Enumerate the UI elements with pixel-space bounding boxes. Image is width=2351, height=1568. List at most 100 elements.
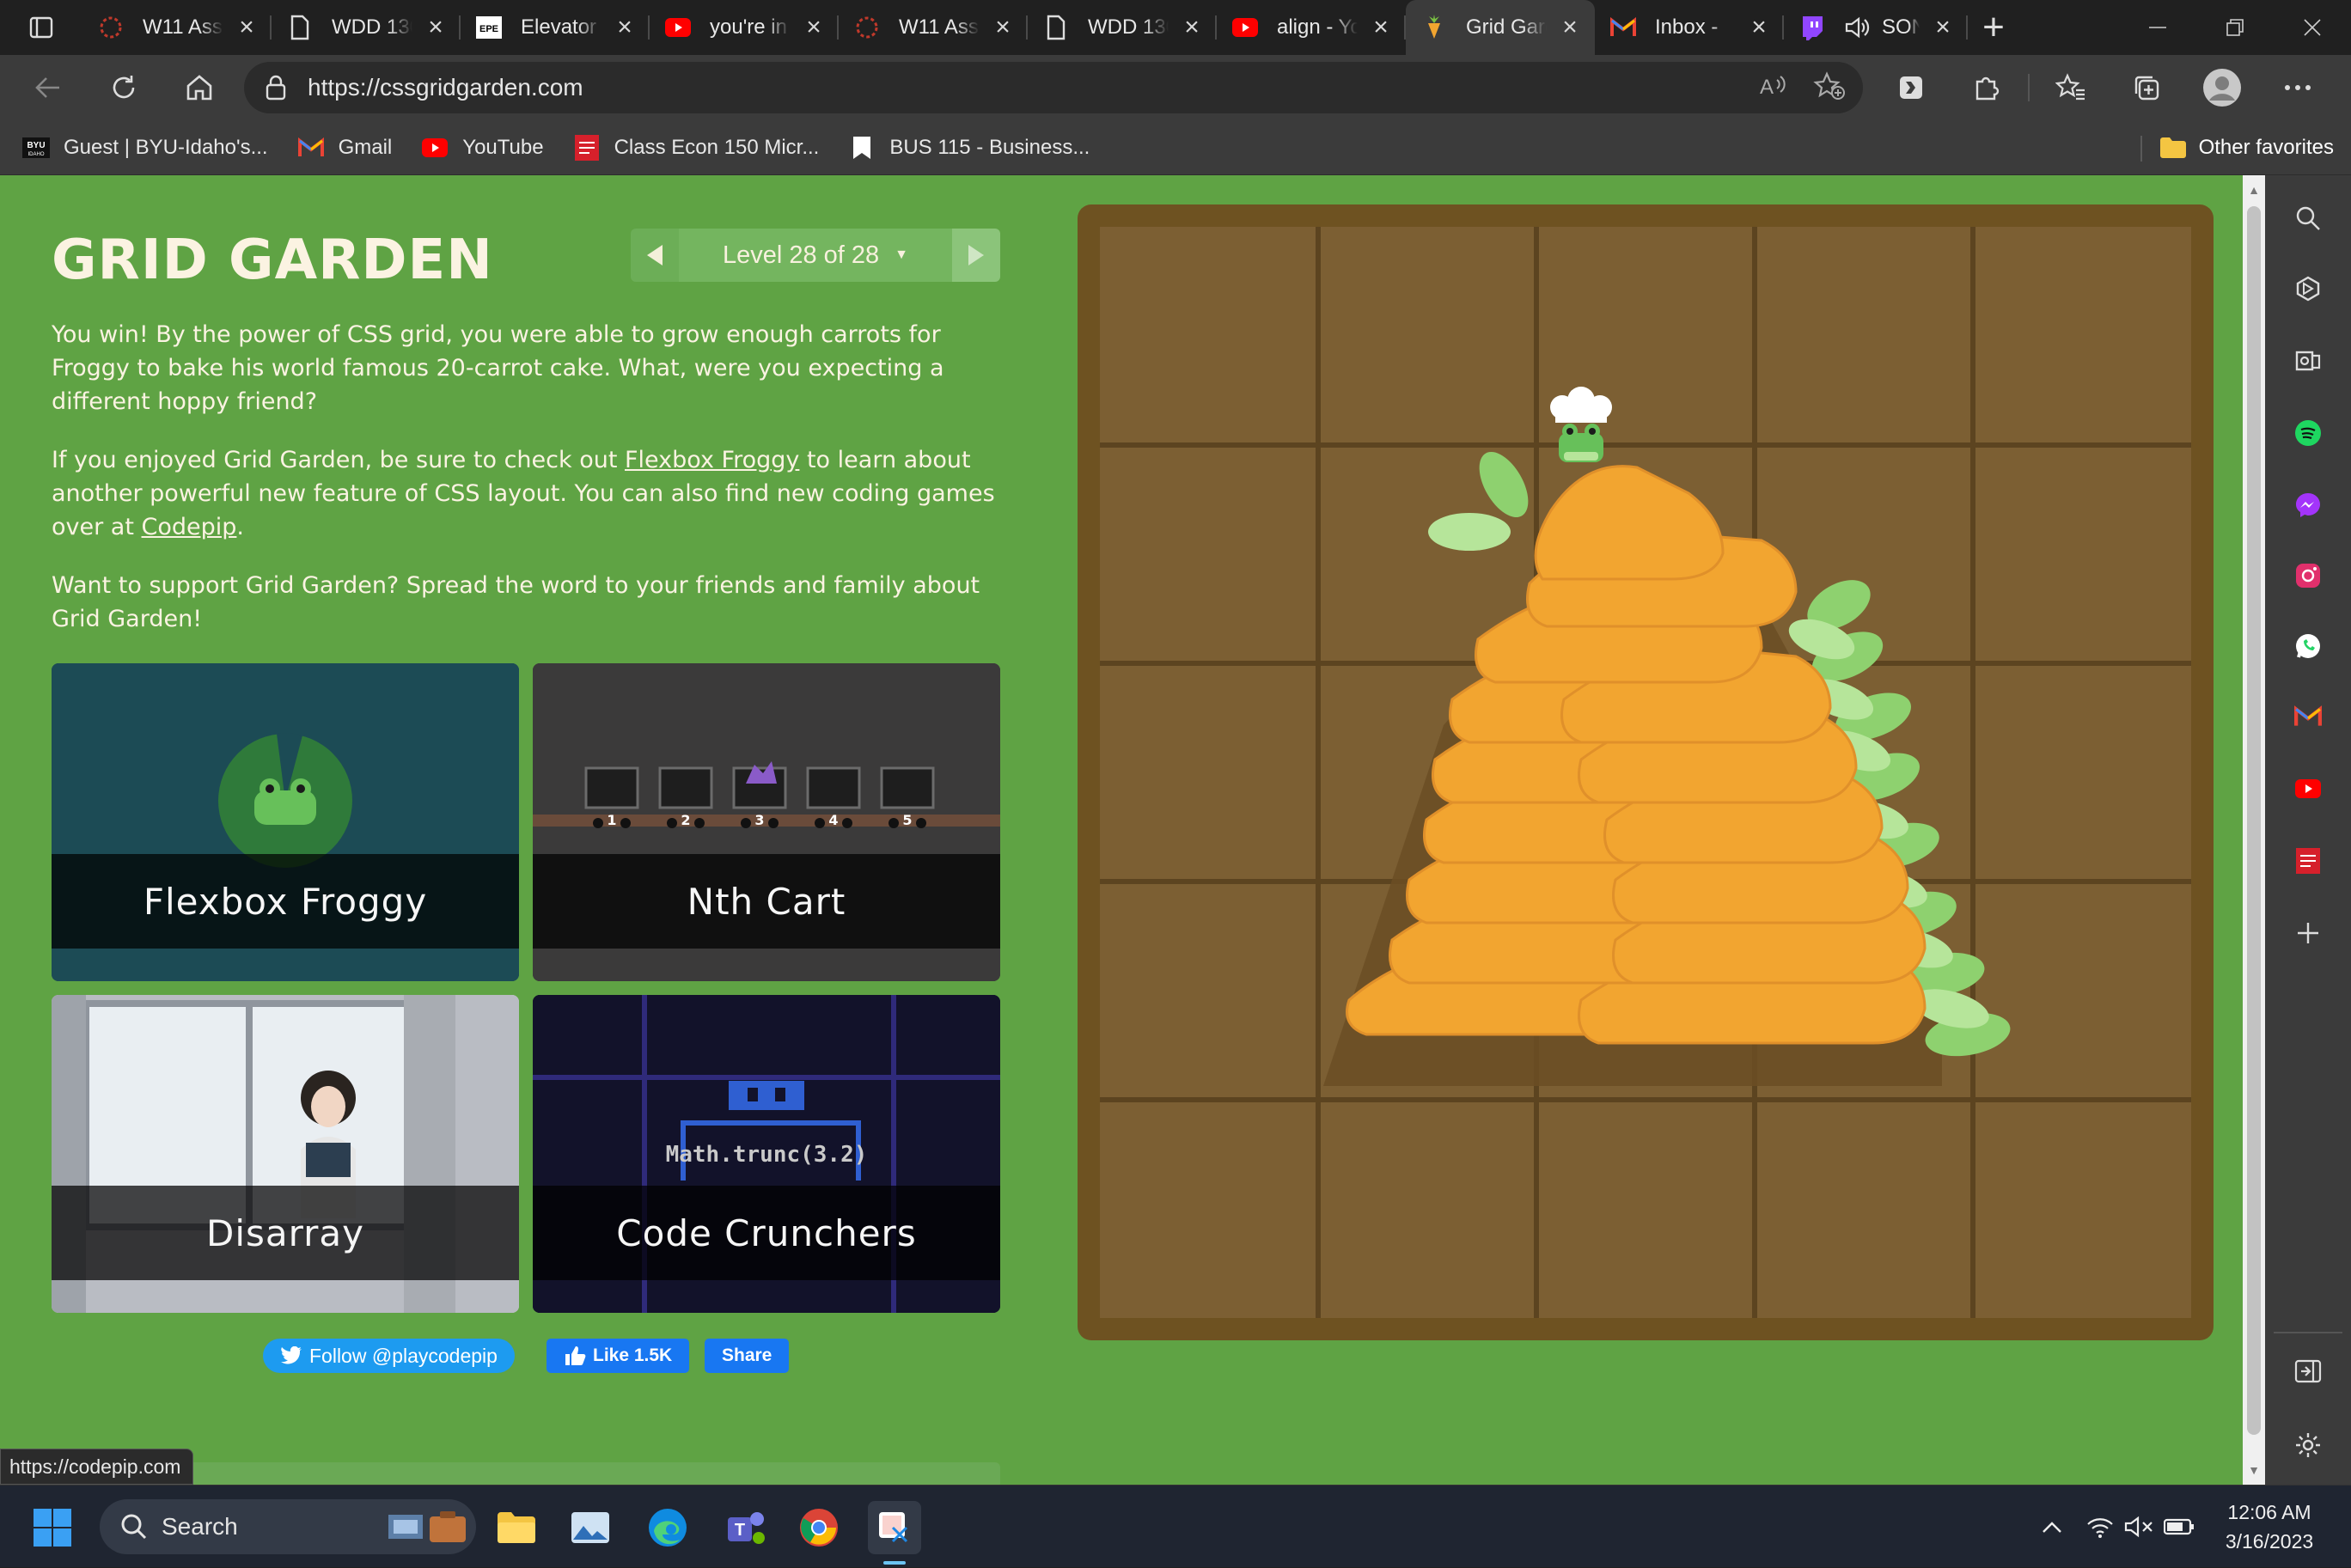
close-tab-icon[interactable]: × xyxy=(1179,13,1205,41)
photos-button[interactable] xyxy=(564,1501,617,1554)
back-button[interactable] xyxy=(10,55,86,120)
extensions-button[interactable] xyxy=(1949,55,2024,120)
extension-button[interactable] xyxy=(1873,55,1949,120)
read-aloud-icon[interactable]: A xyxy=(1758,73,1787,103)
tab-inbox[interactable]: Inbox - × xyxy=(1595,0,1784,55)
url-text[interactable]: https://cssgridgarden.com xyxy=(308,74,583,101)
speaker-icon[interactable] xyxy=(1844,15,1870,40)
snipping-tool-button[interactable] xyxy=(868,1501,921,1554)
tab-youtube-2[interactable]: align - YouTube × xyxy=(1217,0,1406,55)
sidebar-outlook-button[interactable] xyxy=(2286,339,2330,383)
like-label: Like 1.5K xyxy=(593,1345,673,1365)
sidebar-whatsapp-button[interactable] xyxy=(2286,624,2330,668)
quick-settings-button[interactable] xyxy=(2076,1500,2205,1553)
chrome-button[interactable] xyxy=(792,1501,846,1554)
flexbox-froggy-link[interactable]: Flexbox Froggy xyxy=(625,447,799,473)
close-tab-icon[interactable]: × xyxy=(990,13,1016,41)
tab-w11-assignment-2[interactable]: W11 Assignment × xyxy=(839,0,1028,55)
refresh-button[interactable] xyxy=(86,55,162,120)
scrollbar-thumb[interactable] xyxy=(2247,206,2261,1435)
window-controls xyxy=(2119,0,2351,55)
facebook-like-button[interactable]: Like 1.5K xyxy=(547,1339,690,1373)
tab-w11-assignment-1[interactable]: W11 Assignment × xyxy=(82,0,272,55)
scroll-up-icon[interactable]: ▲ xyxy=(2243,177,2265,203)
home-icon xyxy=(186,75,212,101)
sidebar-gmail-button[interactable] xyxy=(2286,694,2330,739)
favorite-bus-115[interactable]: BUS 115 - Business... xyxy=(848,134,1090,162)
tab-grid-garden[interactable]: Grid Garden × xyxy=(1406,0,1595,55)
tab-wdd-130-2[interactable]: WDD 130 × xyxy=(1028,0,1217,55)
tab-twitch[interactable]: SON × xyxy=(1784,0,1968,55)
close-tab-icon[interactable]: × xyxy=(423,13,449,41)
sidebar-youtube-button[interactable] xyxy=(2286,766,2330,811)
home-button[interactable] xyxy=(162,55,237,120)
sidebar-mcgraw-hill-button[interactable] xyxy=(2286,839,2330,883)
tab-title: WDD 130 xyxy=(332,15,412,39)
collections-button[interactable] xyxy=(2109,55,2184,120)
close-window-button[interactable] xyxy=(2274,0,2351,55)
twitter-bird-icon xyxy=(281,1346,302,1364)
other-favorites[interactable]: Other favorites xyxy=(2140,120,2334,175)
sidebar-spotify-button[interactable] xyxy=(2286,411,2330,455)
sidebar-add-button[interactable] xyxy=(2286,911,2330,955)
folder-icon xyxy=(498,1512,535,1543)
svg-text:A: A xyxy=(1760,76,1774,99)
file-explorer-button[interactable] xyxy=(490,1501,543,1554)
codepip-link[interactable]: Codepip xyxy=(142,514,237,540)
new-tab-button[interactable]: + xyxy=(1968,0,2019,55)
clock-date: 3/16/2023 xyxy=(2225,1530,2314,1553)
photos-icon xyxy=(571,1512,609,1543)
favorites-button[interactable] xyxy=(2033,55,2109,120)
next-level-button[interactable] xyxy=(952,229,1000,282)
lock-icon[interactable] xyxy=(244,75,308,101)
settings-menu-button[interactable] xyxy=(2260,55,2336,120)
minimize-button[interactable] xyxy=(2119,0,2196,55)
sidebar-search-button[interactable] xyxy=(2286,196,2330,241)
sidebar-settings-button[interactable] xyxy=(2286,1423,2330,1467)
close-tab-icon[interactable]: × xyxy=(612,13,638,41)
clock[interactable]: 12:06 AM 3/16/2023 xyxy=(2205,1498,2334,1556)
restore-button[interactable] xyxy=(2196,0,2274,55)
tab-wdd-130-1[interactable]: WDD 130 × xyxy=(272,0,461,55)
profile-button[interactable] xyxy=(2184,55,2260,120)
favorite-econ-150[interactable]: Class Econ 150 Micr... xyxy=(573,134,819,162)
close-tab-icon[interactable]: × xyxy=(1930,13,1956,41)
show-hidden-icons-button[interactable] xyxy=(2028,1500,2076,1553)
address-bar[interactable]: https://cssgridgarden.com A xyxy=(244,62,1863,113)
start-button[interactable] xyxy=(26,1501,79,1554)
favorite-byu-idaho[interactable]: BYU IDAHO Guest | BYU-Idaho's... xyxy=(22,134,268,162)
page-scrollbar[interactable]: ▲ ▼ xyxy=(2243,175,2265,1485)
close-tab-icon[interactable]: × xyxy=(1746,13,1772,41)
code-crunchers-card[interactable]: Math.trunc(3.2) Code Crunchers xyxy=(533,995,1000,1313)
close-tab-icon[interactable]: × xyxy=(801,13,827,41)
twitter-follow-button[interactable]: Follow @playcodepip xyxy=(263,1339,515,1373)
edge-button[interactable] xyxy=(641,1501,694,1554)
sidebar-discover-button[interactable] xyxy=(2286,266,2330,311)
close-tab-icon[interactable]: × xyxy=(1368,13,1394,41)
favorite-youtube[interactable]: YouTube xyxy=(421,134,544,162)
support-paragraph: Want to support Grid Garden? Spread the … xyxy=(52,572,980,632)
tab-youtube-1[interactable]: you're in × xyxy=(650,0,839,55)
add-favorite-icon[interactable] xyxy=(1813,70,1846,105)
sidebar-instagram-button[interactable] xyxy=(2286,553,2330,598)
flexbox-froggy-card[interactable]: Flexbox Froggy xyxy=(52,663,519,981)
taskbar-search[interactable]: Search xyxy=(100,1499,476,1554)
tab-elevator[interactable]: EPE Elevator × xyxy=(461,0,650,55)
grid-garden-page: GRID GARDEN Level 28 of 28 ▼ You win! By… xyxy=(0,175,2243,1485)
level-indicator[interactable]: Level 28 of 28 ▼ xyxy=(679,229,952,282)
tab-title: W11 Assignment xyxy=(899,15,980,39)
teams-button[interactable]: T xyxy=(718,1501,772,1554)
previous-level-button[interactable] xyxy=(631,229,679,282)
close-tab-icon[interactable]: × xyxy=(234,13,260,41)
sidebar-hide-button[interactable] xyxy=(2286,1349,2330,1394)
close-tab-icon[interactable]: × xyxy=(1557,13,1583,41)
thumbs-up-icon xyxy=(565,1346,586,1365)
victory-paragraph: You win! By the power of CSS grid, you w… xyxy=(52,321,944,415)
sidebar-messenger-button[interactable] xyxy=(2286,483,2330,528)
nth-cart-card[interactable]: 1 2 3 4 5 Nth Cart xyxy=(533,663,1000,981)
scroll-down-icon[interactable]: ▼ xyxy=(2243,1457,2265,1483)
facebook-share-button[interactable]: Share xyxy=(705,1339,790,1373)
favorite-gmail[interactable]: Gmail xyxy=(297,134,392,162)
disarray-card[interactable]: Disarray xyxy=(52,995,519,1313)
tab-actions-button[interactable] xyxy=(0,0,82,55)
